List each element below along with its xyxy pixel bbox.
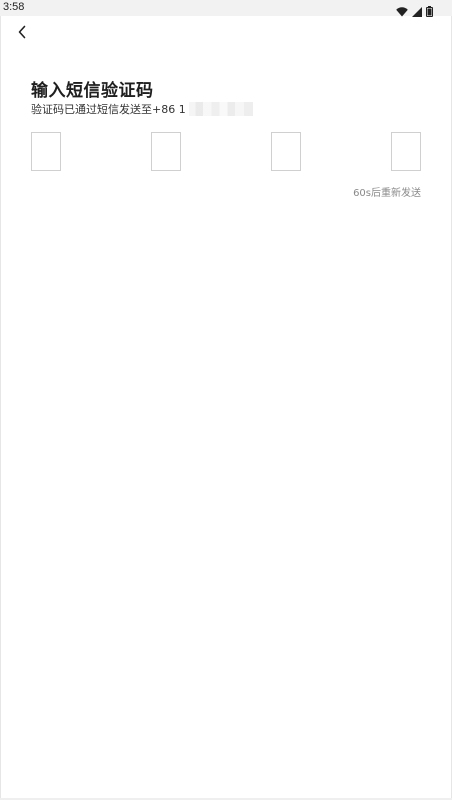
- status-icons: [396, 2, 433, 21]
- battery-icon: [426, 2, 433, 21]
- verification-code-input-group: [31, 132, 421, 171]
- sent-to-phone-text: 验证码已通过短信发送至+86 1: [31, 101, 253, 117]
- code-digit-box-3[interactable]: [271, 132, 301, 171]
- sms-verification-screen: 3:58 输入短信验证码 验证码已通过短信发送至+86 1 60s后重新发送: [0, 0, 452, 800]
- page-title: 输入短信验证码: [31, 81, 154, 101]
- status-bar: 3:58: [0, 0, 452, 17]
- code-digit-box-2[interactable]: [151, 132, 181, 171]
- left-edge: [0, 16, 1, 800]
- masked-phone-number: [188, 102, 253, 116]
- status-time: 3:58: [3, 1, 25, 13]
- subtitle-text: 验证码已通过短信发送至+86 1: [31, 103, 186, 116]
- wifi-icon: [396, 2, 408, 21]
- back-button[interactable]: [13, 24, 31, 42]
- cell-signal-icon: [412, 2, 422, 21]
- chevron-left-icon: [17, 24, 27, 43]
- code-digit-box-1[interactable]: [31, 132, 61, 171]
- resend-countdown: 60s后重新发送: [353, 188, 421, 199]
- code-digit-box-4[interactable]: [391, 132, 421, 171]
